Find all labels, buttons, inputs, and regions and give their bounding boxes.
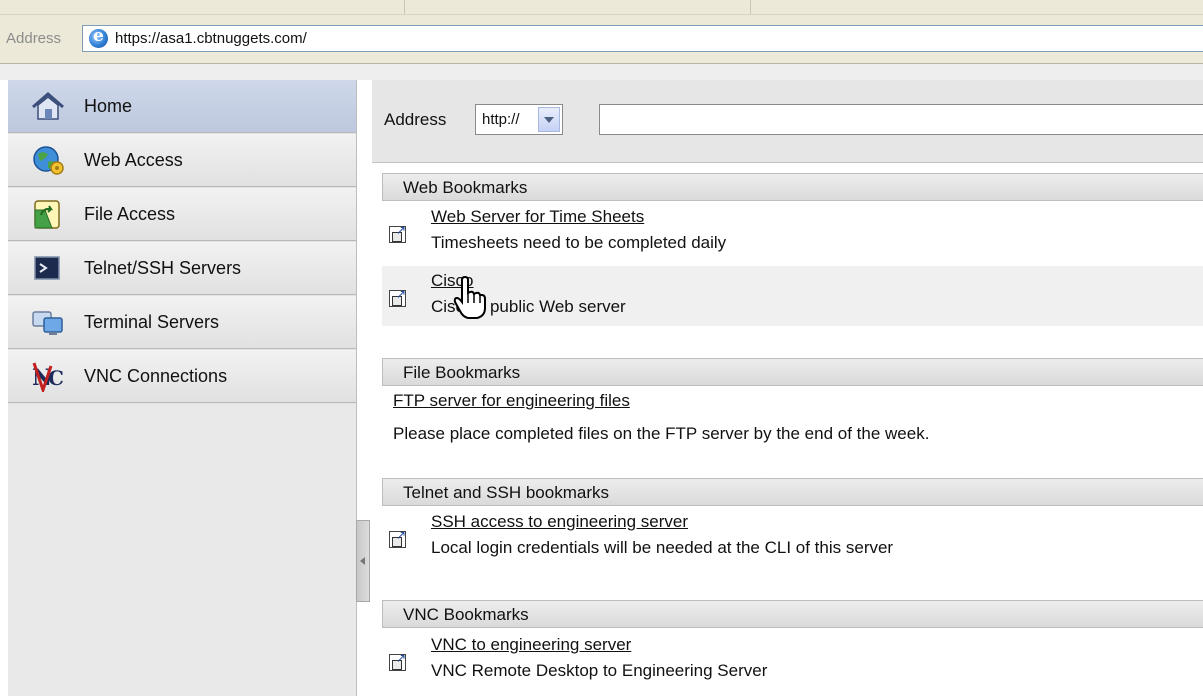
ie-page-icon xyxy=(89,26,108,48)
sidebar-item-label: Terminal Servers xyxy=(84,312,220,332)
protocol-select[interactable]: http:// xyxy=(475,104,563,135)
sidebar-item-vnc[interactable]: N C VNC Connections xyxy=(8,350,356,403)
terminal-servers-icon xyxy=(32,311,63,335)
section-header-vnc-bookmarks: VNC Bookmarks xyxy=(382,600,1203,628)
protocol-value: http:// xyxy=(482,111,520,128)
page-top-gap xyxy=(0,64,1203,80)
file-access-icon xyxy=(34,200,60,229)
bookmark-row[interactable]: Web Server for Time Sheets Timesheets ne… xyxy=(382,202,1203,262)
bookmark-link-icon xyxy=(389,651,406,671)
section-title: File Bookmarks xyxy=(403,363,521,382)
sidebar-item-label: Home xyxy=(84,96,133,116)
bookmark-link-icon xyxy=(389,223,406,243)
sidebar-item-terminal-servers[interactable]: Terminal Servers xyxy=(8,296,356,349)
portal-url-input[interactable] xyxy=(599,104,1203,135)
sidebar-item-label: File Access xyxy=(84,204,176,224)
chevron-down-icon[interactable] xyxy=(538,107,560,132)
browser-address-bar[interactable]: https://asa1.cbtnuggets.com/ xyxy=(82,25,1203,52)
bookmark-description: Local login credentials will be needed a… xyxy=(431,538,894,557)
sidebar-item-home[interactable]: Home xyxy=(8,80,356,133)
section-header-telnet-ssh: Telnet and SSH bookmarks xyxy=(382,478,1203,506)
section-title: VNC Bookmarks xyxy=(403,605,529,624)
bookmark-link-icon xyxy=(389,287,406,307)
sidebar-item-telnet-ssh[interactable]: Telnet/SSH Servers xyxy=(8,242,356,295)
browser-url[interactable]: https://asa1.cbtnuggets.com/ xyxy=(115,30,307,47)
toolbar-separator xyxy=(750,0,751,14)
bookmark-description: Please place completed files on the FTP … xyxy=(393,424,930,443)
bookmark-link-icon xyxy=(389,528,406,548)
section-title: Telnet and SSH bookmarks xyxy=(403,483,609,502)
bookmark-row[interactable]: VNC to engineering server VNC Remote Des… xyxy=(382,630,1203,690)
toolbar-separator xyxy=(404,0,405,14)
sidebar-item-file-access[interactable]: File Access xyxy=(8,188,356,241)
main-content: Address http:// Web Bookmarks Web Server… xyxy=(372,80,1203,696)
sidebar-item-web-access[interactable]: Web Access xyxy=(8,134,356,187)
sidebar: Home Web Access File Access Telnet/SSH S… xyxy=(8,80,357,696)
bookmark-link[interactable]: SSH access to engineering server xyxy=(431,512,688,532)
browser-top-strip xyxy=(0,0,1203,15)
sidebar-item-label: VNC Connections xyxy=(84,366,228,386)
bookmark-description: VNC Remote Desktop to Engineering Server xyxy=(431,661,768,680)
sidebar-empty-area xyxy=(8,404,356,696)
portal-address-bar: Address http:// xyxy=(372,80,1203,163)
browser-address-row: Address https://asa1.cbtnuggets.com/ xyxy=(0,15,1203,64)
bookmark-row[interactable]: SSH access to engineering server Local l… xyxy=(382,507,1203,567)
bookmark-link[interactable]: FTP server for engineering files xyxy=(393,391,630,411)
sidebar-item-label: Telnet/SSH Servers xyxy=(84,258,242,278)
bookmark-row[interactable]: Cisco Cisco's public Web server xyxy=(382,266,1203,326)
bookmark-description: Cisco's public Web server xyxy=(431,297,626,316)
portal-address-label: Address xyxy=(384,110,447,129)
section-header-file-bookmarks: File Bookmarks xyxy=(382,358,1203,386)
section-title: Web Bookmarks xyxy=(403,178,528,197)
home-icon xyxy=(32,92,64,120)
terminal-icon xyxy=(34,256,60,280)
bookmark-description: Timesheets need to be completed daily xyxy=(431,233,727,252)
browser-address-label: Address xyxy=(6,30,62,47)
vnc-icon: N C xyxy=(32,362,64,392)
web-access-icon xyxy=(33,146,64,175)
sidebar-item-label: Web Access xyxy=(84,150,183,170)
bookmark-link[interactable]: Web Server for Time Sheets xyxy=(431,207,644,227)
bookmark-link[interactable]: VNC to engineering server xyxy=(431,635,631,655)
sidebar-collapse-handle[interactable] xyxy=(356,520,370,602)
section-header-web-bookmarks: Web Bookmarks xyxy=(382,173,1203,201)
bookmark-link[interactable]: Cisco xyxy=(431,271,474,291)
